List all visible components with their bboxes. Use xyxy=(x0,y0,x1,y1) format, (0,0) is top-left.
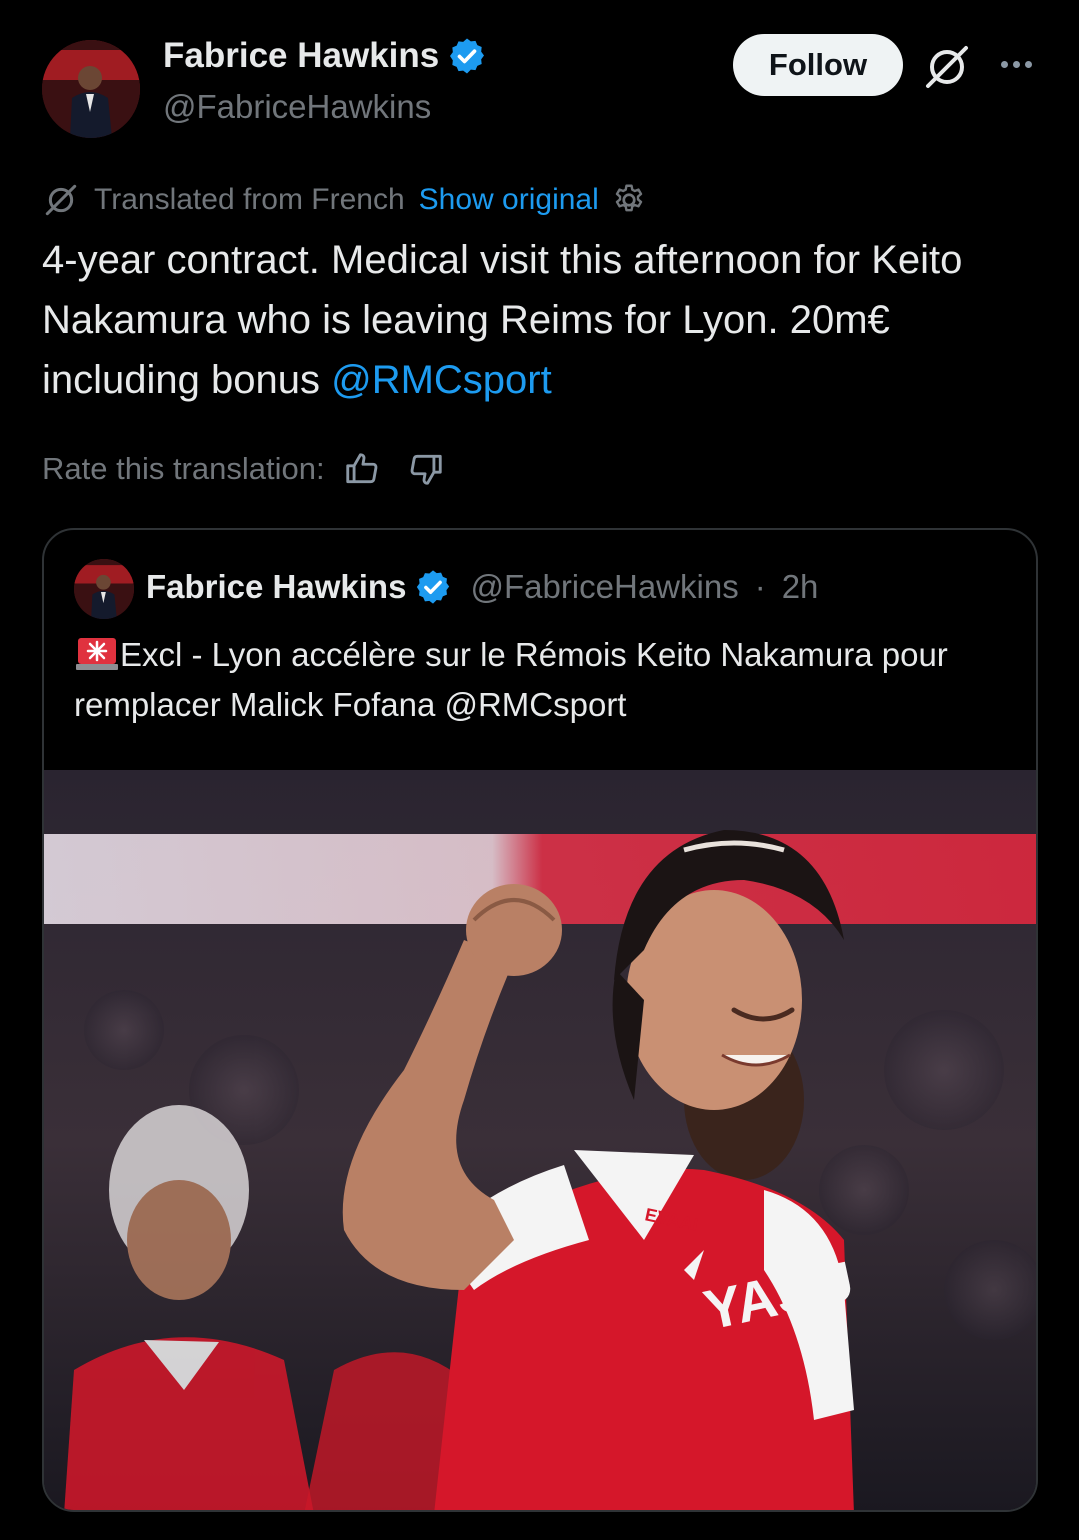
tweet-text: 4-year contract. Medical visit this afte… xyxy=(42,230,1042,410)
quoted-text: Excl - Lyon accélère sur le Rémois Keito… xyxy=(74,630,1014,730)
translation-bar: Translated from French Show original xyxy=(42,178,647,222)
quoted-time: 2h xyxy=(781,568,819,605)
show-original-link[interactable]: Show original xyxy=(419,183,599,217)
grok-translate-icon xyxy=(45,184,77,216)
rate-translation-label: Rate this translation: xyxy=(42,451,325,486)
author-display-name[interactable]: Fabrice Hawkins xyxy=(163,36,439,76)
quoted-author-line: Fabrice Hawkins @FabriceHawkins · 2h xyxy=(146,568,818,606)
siren-icon xyxy=(76,638,118,670)
thumbs-up-icon[interactable] xyxy=(343,450,381,488)
quoted-handle: @FabriceHawkins xyxy=(470,568,739,605)
verified-badge-icon xyxy=(417,570,450,604)
mention-link[interactable]: @RMCsport xyxy=(331,358,552,402)
thumbs-down-icon[interactable] xyxy=(407,450,445,488)
player-celebration-photo: YASU EVAAI xyxy=(44,770,1036,1510)
translated-from-label: Translated from French xyxy=(94,183,405,216)
author-handle[interactable]: @FabriceHawkins xyxy=(163,88,431,126)
author-avatar[interactable] xyxy=(42,40,140,138)
gear-icon[interactable] xyxy=(611,182,647,218)
quoted-tweet-card[interactable]: Fabrice Hawkins @FabriceHawkins · 2h Exc… xyxy=(42,528,1038,1512)
tweet-header: Fabrice Hawkins @FabriceHawkins Follow xyxy=(0,0,1079,150)
rate-translation-row: Rate this translation: xyxy=(42,444,471,494)
quoted-author-avatar xyxy=(74,559,134,619)
quoted-photo[interactable]: YASU EVAAI xyxy=(44,770,1036,1510)
quoted-separator: · xyxy=(754,568,766,605)
follow-button[interactable]: Follow xyxy=(733,34,903,96)
quoted-display-name: Fabrice Hawkins xyxy=(146,568,407,605)
quoted-text-body: Excl - Lyon accélère sur le Rémois Keito… xyxy=(74,636,948,723)
more-icon[interactable] xyxy=(994,42,1038,86)
author-name-line: Fabrice Hawkins xyxy=(163,36,487,76)
grok-icon[interactable] xyxy=(922,42,972,92)
verified-badge-icon xyxy=(450,38,485,74)
